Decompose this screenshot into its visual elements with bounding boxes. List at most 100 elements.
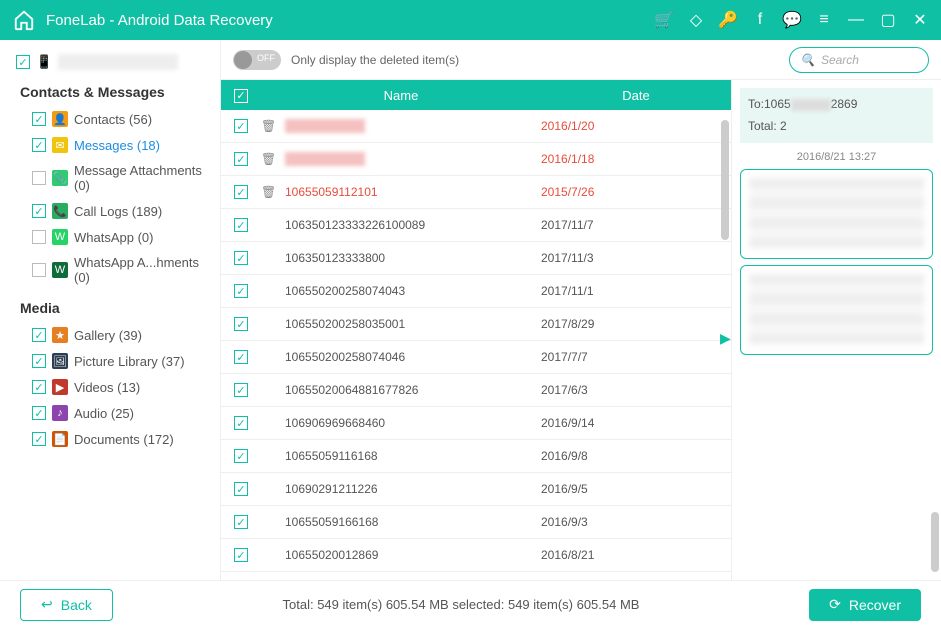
category-checkbox[interactable]: ✓	[32, 263, 46, 277]
message-bubble	[740, 169, 933, 259]
category-icon: ✉	[52, 137, 68, 153]
close-icon[interactable]: ✕	[911, 11, 929, 29]
deleted-only-toggle[interactable]: OFF	[233, 50, 281, 70]
table-row[interactable]: ✓1069069696684602016/9/14	[221, 407, 731, 440]
table-row[interactable]: ✓106550200128692016/8/21	[221, 539, 731, 572]
row-date: 2016/1/18	[541, 152, 731, 166]
col-name-header[interactable]: Name	[261, 88, 541, 103]
cart-icon[interactable]: 🛒	[655, 11, 673, 29]
row-checkbox[interactable]: ✓	[234, 548, 248, 562]
row-checkbox[interactable]: ✓	[234, 515, 248, 529]
row-date: 2016/9/8	[541, 449, 731, 463]
category-label: WhatsApp (0)	[74, 230, 153, 245]
category-checkbox[interactable]: ✓	[32, 138, 46, 152]
row-name: 106350123333800	[281, 251, 541, 265]
select-all-checkbox[interactable]: ✓	[234, 89, 248, 103]
sidebar-item[interactable]: ✓🖼Picture Library (37)	[8, 348, 220, 374]
col-date-header[interactable]: Date	[541, 88, 731, 103]
category-checkbox[interactable]: ✓	[32, 406, 46, 420]
toggle-hint: Only display the deleted item(s)	[291, 53, 779, 67]
facebook-icon[interactable]: f	[751, 11, 769, 29]
category-checkbox[interactable]: ✓	[32, 204, 46, 218]
category-checkbox[interactable]: ✓	[32, 354, 46, 368]
sidebar-item[interactable]: ✓WWhatsApp A...hments (0)	[8, 250, 220, 290]
row-checkbox[interactable]: ✓	[234, 350, 248, 364]
collapse-arrow-icon[interactable]: ▶	[720, 330, 731, 347]
category-checkbox[interactable]: ✓	[32, 112, 46, 126]
minimize-icon[interactable]: —	[847, 11, 865, 29]
row-checkbox[interactable]: ✓	[234, 383, 248, 397]
row-checkbox[interactable]: ✓	[234, 119, 248, 133]
category-label: Picture Library (37)	[74, 354, 185, 369]
table-scrollbar[interactable]	[721, 120, 729, 240]
device-checkbox[interactable]: ✓	[16, 55, 30, 69]
sidebar-item[interactable]: ✓👤Contacts (56)	[8, 106, 220, 132]
preview-info: To:10652869 Total: 2	[740, 88, 933, 143]
category-checkbox[interactable]: ✓	[32, 230, 46, 244]
table-row[interactable]: ✓106902912112262016/9/5	[221, 473, 731, 506]
phone-icon: 📱	[36, 54, 52, 70]
home-icon[interactable]	[12, 8, 36, 32]
category-checkbox[interactable]: ✓	[32, 171, 46, 185]
row-checkbox[interactable]: ✓	[234, 152, 248, 166]
category-checkbox[interactable]: ✓	[32, 380, 46, 394]
maximize-icon[interactable]: ▢	[879, 11, 897, 29]
category-icon: W	[52, 229, 68, 245]
table-row[interactable]: ✓🗑106550591121012015/7/26	[221, 176, 731, 209]
key-icon[interactable]: 🔑	[719, 11, 737, 29]
category-icon: 👤	[52, 111, 68, 127]
chat-icon[interactable]: 💬	[783, 11, 801, 29]
category-checkbox[interactable]: ✓	[32, 432, 46, 446]
row-checkbox[interactable]: ✓	[234, 317, 248, 331]
table-row[interactable]: ✓106550200648816778262017/6/3	[221, 374, 731, 407]
row-checkbox[interactable]: ✓	[234, 284, 248, 298]
row-date: 2016/1/20	[541, 119, 731, 133]
row-checkbox[interactable]: ✓	[234, 185, 248, 199]
row-name: 10690291211226	[281, 482, 541, 496]
table-row[interactable]: ✓1065502002580740462017/7/7	[221, 341, 731, 374]
search-input[interactable]: 🔍 Search	[789, 47, 929, 73]
row-checkbox[interactable]: ✓	[234, 482, 248, 496]
category-icon: ★	[52, 327, 68, 343]
table-row[interactable]: ✓106550591161682016/9/8	[221, 440, 731, 473]
sidebar-item[interactable]: ✓♪Audio (25)	[8, 400, 220, 426]
menu-icon[interactable]: ≡	[815, 11, 833, 29]
category-icon: 📞	[52, 203, 68, 219]
sidebar-item[interactable]: ✓★Gallery (39)	[8, 322, 220, 348]
device-row[interactable]: ✓ 📱	[8, 50, 220, 74]
sidebar-item[interactable]: ✓ W WhatsApp (0)	[8, 224, 220, 250]
table-row[interactable]: ✓1063501233332261000892017/11/7	[221, 209, 731, 242]
row-date: 2016/9/3	[541, 515, 731, 529]
category-label: Videos (13)	[74, 380, 140, 395]
sidebar-item[interactable]: ✓📞Call Logs (189)	[8, 198, 220, 224]
table-row[interactable]: ✓🗑2016/1/18	[221, 143, 731, 176]
device-name-blurred	[58, 54, 178, 70]
sidebar-item[interactable]: ✓✉Messages (18)	[8, 132, 220, 158]
row-date: 2015/7/26	[541, 185, 731, 199]
table-row[interactable]: ✓1065502002580740432017/11/1	[221, 275, 731, 308]
preview-scrollbar[interactable]	[931, 512, 939, 572]
main-panel: OFF Only display the deleted item(s) 🔍 S…	[220, 40, 941, 580]
row-checkbox[interactable]: ✓	[234, 416, 248, 430]
row-date: 2016/8/21	[541, 548, 731, 562]
table-row[interactable]: ✓1063501233338002017/11/3	[221, 242, 731, 275]
row-checkbox[interactable]: ✓	[234, 449, 248, 463]
row-checkbox[interactable]: ✓	[234, 251, 248, 265]
sidebar-item[interactable]: ✓📄Documents (172)	[8, 426, 220, 452]
sidebar-item[interactable]: ✓📎Message Attachments (0)	[8, 158, 220, 198]
sidebar-item[interactable]: ✓▶Videos (13)	[8, 374, 220, 400]
back-button[interactable]: ↩ Back	[20, 589, 113, 621]
row-checkbox[interactable]: ✓	[234, 218, 248, 232]
table-row[interactable]: ✓🗑2016/1/20	[221, 110, 731, 143]
wifi-icon[interactable]: ◇	[687, 11, 705, 29]
category-checkbox[interactable]: ✓	[32, 328, 46, 342]
table-row[interactable]: ✓106550591661682016/9/3	[221, 506, 731, 539]
category-label: Audio (25)	[74, 406, 134, 421]
table-row[interactable]: ✓1065502002580350012017/8/29	[221, 308, 731, 341]
recover-button[interactable]: ⟳ Recover	[809, 589, 921, 621]
row-date: 2017/6/3	[541, 383, 731, 397]
row-name	[281, 119, 541, 134]
row-name: 106550200258074046	[281, 350, 541, 364]
row-name: 106350123333226100089	[281, 218, 541, 232]
preview-timestamp: 2016/8/21 13:27	[740, 151, 933, 163]
